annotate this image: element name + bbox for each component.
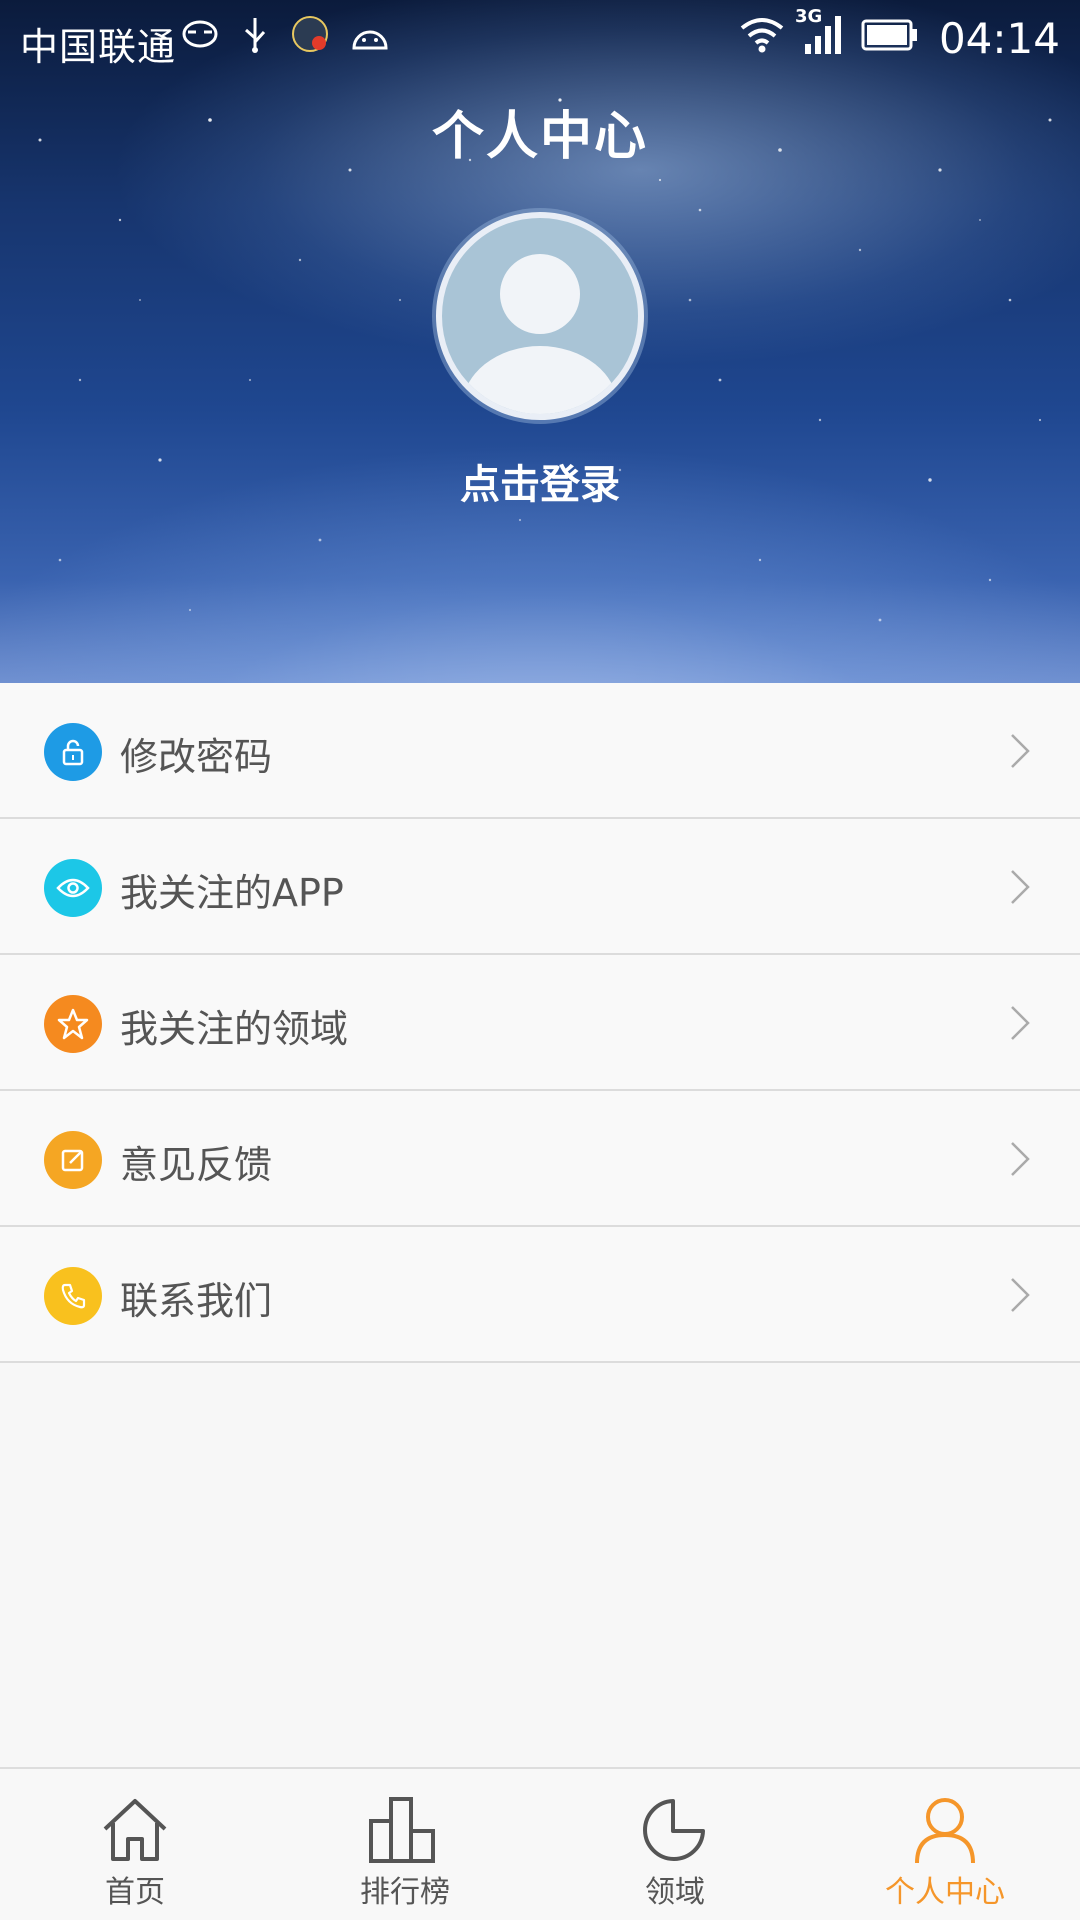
settings-menu: 修改密码 我关注的APP 我关注的领域 意见反馈 联系我们	[0, 683, 1080, 1363]
eye-icon	[44, 859, 102, 917]
chevron-right-icon	[1011, 1278, 1030, 1312]
network-type: 3G	[794, 6, 823, 27]
nav-label: 个人中心	[885, 1875, 1005, 1910]
menu-item-feedback[interactable]: 意见反馈	[0, 1091, 1080, 1227]
eye-comfort-icon	[180, 16, 220, 61]
nav-item-domains[interactable]: 领域	[540, 1769, 810, 1920]
status-bar: 中国联通 3G 04:14	[0, 0, 1080, 76]
avatar[interactable]	[436, 212, 644, 420]
status-icons-right: 3G 04:14	[737, 6, 1060, 65]
nav-label: 排行榜	[360, 1875, 450, 1910]
edit-icon	[44, 1131, 102, 1189]
chevron-right-icon	[1011, 1142, 1030, 1176]
chevron-right-icon	[1011, 1006, 1030, 1040]
default-avatar-icon	[462, 254, 618, 414]
menu-item-change-password[interactable]: 修改密码	[0, 683, 1080, 819]
profile-header: 中国联通 3G 04:14 个人中心 点击登录	[0, 0, 1080, 683]
chevron-right-icon	[1011, 870, 1030, 904]
wifi-icon	[737, 14, 787, 63]
nav-item-home[interactable]: 首页	[0, 1769, 270, 1920]
signal-icon: 3G	[795, 6, 847, 65]
menu-item-followed-domains[interactable]: 我关注的领域	[0, 955, 1080, 1091]
person-icon	[915, 1798, 975, 1864]
screen: 中国联通 3G 04:14 个人中心 点击登录 修改密码 我关注的APP 我关注…	[0, 0, 1080, 1920]
nav-item-profile[interactable]: 个人中心	[810, 1769, 1080, 1920]
home-icon	[103, 1799, 167, 1861]
bottom-nav: 首页 排行榜 领域 个人中心	[0, 1767, 1080, 1920]
menu-item-label: 联系我们	[120, 1279, 273, 1323]
app-notification-icon	[290, 14, 330, 63]
menu-item-label: 修改密码	[120, 735, 273, 779]
status-icons-left	[180, 14, 390, 63]
usb-icon	[240, 14, 270, 63]
lock-icon	[44, 723, 102, 781]
clock: 04:14	[938, 14, 1060, 63]
star-icon	[44, 995, 102, 1053]
battery-icon	[861, 17, 919, 61]
pie-icon	[643, 1799, 705, 1861]
nav-label: 首页	[105, 1875, 165, 1910]
nav-item-ranking[interactable]: 排行榜	[270, 1769, 540, 1920]
login-link[interactable]: 点击登录	[0, 452, 1080, 510]
chevron-right-icon	[1011, 734, 1030, 768]
carrier-name: 中国联通	[20, 25, 177, 69]
menu-item-followed-apps[interactable]: 我关注的APP	[0, 819, 1080, 955]
ranking-icon	[369, 1797, 435, 1863]
menu-item-label: 我关注的APP	[120, 871, 344, 915]
menu-item-label: 意见反馈	[120, 1143, 273, 1187]
page-title: 个人中心	[431, 107, 648, 167]
phone-icon	[44, 1267, 102, 1325]
android-icon	[350, 17, 390, 61]
nav-label: 领域	[645, 1875, 705, 1910]
menu-item-label: 我关注的领域	[120, 1007, 349, 1051]
menu-item-contact-us[interactable]: 联系我们	[0, 1227, 1080, 1363]
